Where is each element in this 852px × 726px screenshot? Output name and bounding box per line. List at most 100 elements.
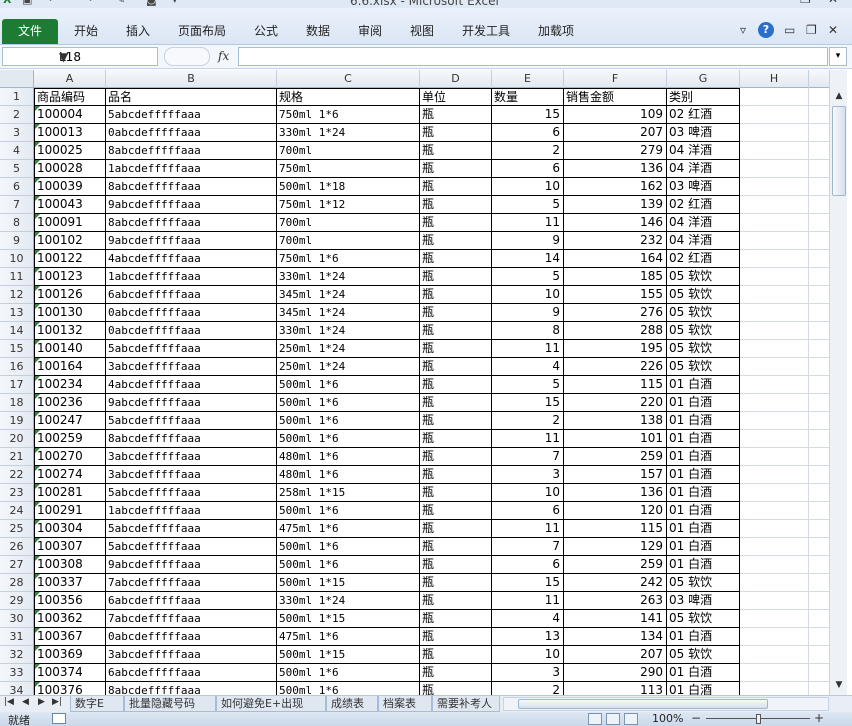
table-cell[interactable]: 8 <box>492 322 564 340</box>
empty-cell[interactable] <box>740 376 809 394</box>
table-cell[interactable]: 157 <box>564 466 667 484</box>
prev-sheet-icon[interactable]: ◀ <box>22 697 29 707</box>
table-cell[interactable]: 146 <box>564 214 667 232</box>
empty-cell[interactable] <box>740 304 809 322</box>
empty-cell[interactable] <box>740 484 809 502</box>
tab-review[interactable]: 审阅 <box>358 19 382 44</box>
table-cell[interactable]: 0abcdefffffaaa <box>106 322 277 340</box>
column-title-cell[interactable]: 规格 <box>277 88 420 106</box>
table-cell[interactable]: 5abcdefffffaaa <box>106 340 277 358</box>
column-title-cell[interactable]: 单位 <box>420 88 492 106</box>
table-cell[interactable]: 瓶 <box>420 592 492 610</box>
workbook-close-icon[interactable]: ✕ <box>828 23 838 37</box>
tab-view[interactable]: 视图 <box>410 19 434 44</box>
empty-cell[interactable] <box>809 286 829 304</box>
table-cell[interactable]: 0abcdefffffaaa <box>106 124 277 142</box>
table-cell[interactable]: 瓶 <box>420 376 492 394</box>
row-header[interactable]: 13 <box>0 304 34 322</box>
empty-cell[interactable] <box>740 628 809 646</box>
row-header[interactable]: 26 <box>0 538 34 556</box>
table-cell[interactable]: 15 <box>492 106 564 124</box>
next-sheet-icon[interactable]: ▶ <box>38 697 45 707</box>
table-cell[interactable]: 13 <box>492 628 564 646</box>
empty-cell[interactable] <box>740 610 809 628</box>
table-cell[interactable]: 345ml 1*24 <box>277 304 420 322</box>
scroll-down-icon[interactable]: ▼ <box>831 677 847 693</box>
empty-cell[interactable] <box>809 88 829 106</box>
table-cell[interactable]: 263 <box>564 592 667 610</box>
table-cell[interactable]: 139 <box>564 196 667 214</box>
table-cell[interactable]: 100304 <box>34 520 106 538</box>
table-cell[interactable]: 500ml 1*6 <box>277 394 420 412</box>
table-cell[interactable]: 6 <box>492 502 564 520</box>
row-header[interactable]: 31 <box>0 628 34 646</box>
empty-cell[interactable] <box>809 466 829 484</box>
empty-cell[interactable] <box>809 574 829 592</box>
empty-cell[interactable] <box>809 520 829 538</box>
table-cell[interactable]: 1abcdefffffaaa <box>106 268 277 286</box>
table-cell[interactable]: 03 啤酒 <box>667 178 740 196</box>
table-cell[interactable]: 100091 <box>34 214 106 232</box>
table-cell[interactable]: 3abcdefffffaaa <box>106 466 277 484</box>
table-cell[interactable]: 500ml 1*6 <box>277 430 420 448</box>
empty-cell[interactable] <box>740 430 809 448</box>
table-cell[interactable]: 100164 <box>34 358 106 376</box>
table-cell[interactable]: 207 <box>564 124 667 142</box>
table-cell[interactable]: 700ml <box>277 214 420 232</box>
insert-function-icon[interactable]: fx <box>218 49 229 63</box>
table-cell[interactable]: 100039 <box>34 178 106 196</box>
empty-cell[interactable] <box>740 412 809 430</box>
table-cell[interactable]: 01 白酒 <box>667 556 740 574</box>
empty-cell[interactable] <box>809 628 829 646</box>
tab-formulas[interactable]: 公式 <box>254 19 278 44</box>
row-header[interactable]: 11 <box>0 268 34 286</box>
table-cell[interactable]: 500ml 1*6 <box>277 376 420 394</box>
table-cell[interactable]: 01 白酒 <box>667 664 740 682</box>
sheet-tab[interactable]: 档案表 <box>378 696 432 712</box>
table-cell[interactable]: 100362 <box>34 610 106 628</box>
empty-cell[interactable] <box>740 592 809 610</box>
table-cell[interactable]: 6 <box>492 124 564 142</box>
table-cell[interactable]: 500ml 1*15 <box>277 646 420 664</box>
table-cell[interactable]: 01 白酒 <box>667 412 740 430</box>
table-cell[interactable]: 500ml 1*6 <box>277 502 420 520</box>
empty-cell[interactable] <box>809 376 829 394</box>
row-header[interactable]: 2 <box>0 106 34 124</box>
table-cell[interactable]: 100126 <box>34 286 106 304</box>
table-cell[interactable]: 04 洋酒 <box>667 160 740 178</box>
table-cell[interactable]: 7abcdefffffaaa <box>106 574 277 592</box>
table-cell[interactable]: 9 <box>492 304 564 322</box>
table-cell[interactable]: 3 <box>492 466 564 484</box>
table-cell[interactable]: 100369 <box>34 646 106 664</box>
table-cell[interactable]: 瓶 <box>420 304 492 322</box>
table-cell[interactable]: 瓶 <box>420 268 492 286</box>
table-cell[interactable]: 259 <box>564 556 667 574</box>
table-cell[interactable]: 6 <box>492 160 564 178</box>
table-cell[interactable]: 750ml 1*6 <box>277 106 420 124</box>
empty-cell[interactable] <box>740 574 809 592</box>
table-cell[interactable]: 2 <box>492 412 564 430</box>
table-cell[interactable]: 5 <box>492 196 564 214</box>
row-header[interactable]: 12 <box>0 286 34 304</box>
table-cell[interactable]: 瓶 <box>420 538 492 556</box>
table-cell[interactable]: 瓶 <box>420 610 492 628</box>
row-header[interactable]: 6 <box>0 178 34 196</box>
formula-bar-resize-handle[interactable] <box>164 47 210 66</box>
table-cell[interactable]: 05 软饮 <box>667 646 740 664</box>
table-cell[interactable]: 290 <box>564 664 667 682</box>
table-cell[interactable]: 10 <box>492 178 564 196</box>
table-cell[interactable]: 100374 <box>34 664 106 682</box>
table-cell[interactable]: 345ml 1*24 <box>277 286 420 304</box>
table-cell[interactable]: 05 软饮 <box>667 322 740 340</box>
table-cell[interactable]: 750ml 1*12 <box>277 196 420 214</box>
table-cell[interactable]: 1abcdefffffaaa <box>106 502 277 520</box>
table-cell[interactable]: 3abcdefffffaaa <box>106 646 277 664</box>
empty-cell[interactable] <box>740 358 809 376</box>
table-cell[interactable]: 100132 <box>34 322 106 340</box>
table-cell[interactable]: 11 <box>492 214 564 232</box>
excel-app-icon[interactable]: X <box>3 0 11 6</box>
table-cell[interactable]: 250ml 1*24 <box>277 358 420 376</box>
table-cell[interactable]: 8abcdefffffaaa <box>106 430 277 448</box>
redo-icon[interactable]: ↷ <box>84 0 93 6</box>
table-cell[interactable]: 101 <box>564 430 667 448</box>
